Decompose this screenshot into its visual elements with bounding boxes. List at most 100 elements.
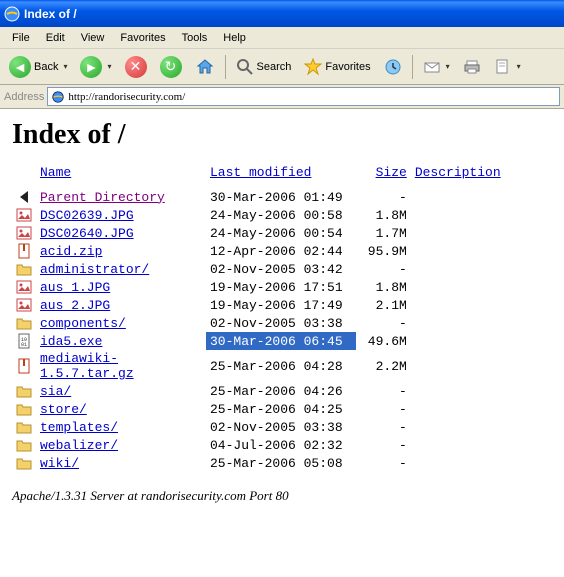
file-link[interactable]: administrator/ xyxy=(40,262,149,277)
chevron-down-icon: ▾ xyxy=(107,62,111,71)
print-icon xyxy=(463,58,481,76)
address-label: Address xyxy=(4,91,44,103)
file-row: DSC02640.JPG24-May-2006 00:54 1.7M xyxy=(12,224,552,242)
address-input[interactable]: http://randorisecurity.com/ xyxy=(47,87,560,106)
window-title: Index of / xyxy=(24,7,77,21)
edit-icon xyxy=(494,58,512,76)
menu-tools[interactable]: Tools xyxy=(174,30,216,46)
chevron-down-icon: ▾ xyxy=(517,62,521,71)
window-titlebar: Index of / xyxy=(0,0,564,27)
menu-file[interactable]: File xyxy=(4,30,38,46)
file-size: 1.8M xyxy=(356,278,411,296)
file-row: mediawiki-1.5.7.tar.gz25-Mar-2006 04:28 … xyxy=(12,350,552,382)
file-icon xyxy=(12,314,36,332)
file-desc xyxy=(411,400,552,418)
back-label: Back xyxy=(34,61,58,73)
file-row: store/25-Mar-2006 04:25 - xyxy=(12,400,552,418)
file-date: 19-May-2006 17:49 xyxy=(206,296,356,314)
menu-favorites[interactable]: Favorites xyxy=(112,30,173,46)
search-button[interactable]: Search xyxy=(231,55,297,79)
refresh-button[interactable]: ↻ xyxy=(155,53,187,81)
history-icon xyxy=(384,58,402,76)
file-link[interactable]: DSC02639.JPG xyxy=(40,208,134,223)
file-desc xyxy=(411,260,552,278)
file-desc xyxy=(411,224,552,242)
mail-icon xyxy=(423,58,441,76)
search-icon xyxy=(236,58,254,76)
file-desc xyxy=(411,242,552,260)
file-icon xyxy=(12,224,36,242)
file-link[interactable]: aus_2.JPG xyxy=(40,298,110,313)
col-description[interactable]: Description xyxy=(415,165,501,180)
file-size: - xyxy=(356,436,411,454)
edit-button[interactable]: ▾ xyxy=(489,55,526,79)
file-link[interactable]: webalizer/ xyxy=(40,438,118,453)
file-icon xyxy=(12,436,36,454)
file-link[interactable]: templates/ xyxy=(40,420,118,435)
file-size: 2.2M xyxy=(356,350,411,382)
page-icon xyxy=(51,90,65,104)
file-link[interactable]: wiki/ xyxy=(40,456,79,471)
file-row: components/02-Nov-2005 03:38 - xyxy=(12,314,552,332)
file-link[interactable]: Parent Directory xyxy=(40,190,165,205)
menu-view[interactable]: View xyxy=(73,30,113,46)
search-label: Search xyxy=(257,61,292,73)
file-row: templates/02-Nov-2005 03:38 - xyxy=(12,418,552,436)
file-link[interactable]: aus_1.JPG xyxy=(40,280,110,295)
home-button[interactable] xyxy=(190,54,220,80)
file-size: 1.8M xyxy=(356,206,411,224)
file-date: 25-Mar-2006 04:26 xyxy=(206,382,356,400)
col-modified[interactable]: Last modified xyxy=(210,165,311,180)
file-size: 49.6M xyxy=(356,332,411,350)
refresh-icon: ↻ xyxy=(160,56,182,78)
file-row: administrator/02-Nov-2005 03:42 - xyxy=(12,260,552,278)
file-link[interactable]: components/ xyxy=(40,316,126,331)
file-icon xyxy=(12,400,36,418)
chevron-down-icon: ▾ xyxy=(63,62,67,71)
file-desc xyxy=(411,296,552,314)
file-row: 1001ida5.exe30-Mar-2006 06:45 49.6M xyxy=(12,332,552,350)
stop-icon: ✕ xyxy=(125,56,147,78)
file-link[interactable]: mediawiki-1.5.7.tar.gz xyxy=(40,351,134,381)
file-desc xyxy=(411,188,552,206)
file-link[interactable]: DSC02640.JPG xyxy=(40,226,134,241)
file-row: DSC02639.JPG24-May-2006 00:58 1.8M xyxy=(12,206,552,224)
file-desc xyxy=(411,314,552,332)
file-size: - xyxy=(356,260,411,278)
file-size: - xyxy=(356,382,411,400)
print-button[interactable] xyxy=(458,55,486,79)
file-link[interactable]: ida5.exe xyxy=(40,334,102,349)
file-icon xyxy=(12,296,36,314)
star-icon xyxy=(304,58,322,76)
favorites-label: Favorites xyxy=(325,61,370,73)
file-date: 02-Nov-2005 03:38 xyxy=(206,418,356,436)
forward-button[interactable]: ► ▾ xyxy=(75,53,116,81)
col-size[interactable]: Size xyxy=(376,165,407,180)
col-name[interactable]: Name xyxy=(40,165,71,180)
file-date: 30-Mar-2006 01:49 xyxy=(206,188,356,206)
file-row: wiki/25-Mar-2006 05:08 - xyxy=(12,454,552,472)
file-link[interactable]: store/ xyxy=(40,402,87,417)
toolbar: ◄ Back ▾ ► ▾ ✕ ↻ Search Favorites ▾ ▾ xyxy=(0,49,564,85)
forward-icon: ► xyxy=(80,56,102,78)
file-desc xyxy=(411,436,552,454)
file-link[interactable]: acid.zip xyxy=(40,244,102,259)
mail-button[interactable]: ▾ xyxy=(418,55,455,79)
toolbar-separator xyxy=(225,55,226,79)
back-button[interactable]: ◄ Back ▾ xyxy=(4,53,72,81)
favorites-button[interactable]: Favorites xyxy=(299,55,375,79)
history-button[interactable] xyxy=(379,55,407,79)
file-link[interactable]: sia/ xyxy=(40,384,71,399)
file-row: webalizer/04-Jul-2006 02:32 - xyxy=(12,436,552,454)
file-date: 25-Mar-2006 05:08 xyxy=(206,454,356,472)
file-desc xyxy=(411,382,552,400)
toolbar-separator xyxy=(412,55,413,79)
menu-edit[interactable]: Edit xyxy=(38,30,73,46)
file-desc xyxy=(411,418,552,436)
directory-listing: Name Last modified Size Description Pare… xyxy=(12,165,552,472)
file-date: 12-Apr-2006 02:44 xyxy=(206,242,356,260)
stop-button[interactable]: ✕ xyxy=(120,53,152,81)
file-row: acid.zip12-Apr-2006 02:44 95.9M xyxy=(12,242,552,260)
menu-help[interactable]: Help xyxy=(215,30,254,46)
back-icon: ◄ xyxy=(9,56,31,78)
